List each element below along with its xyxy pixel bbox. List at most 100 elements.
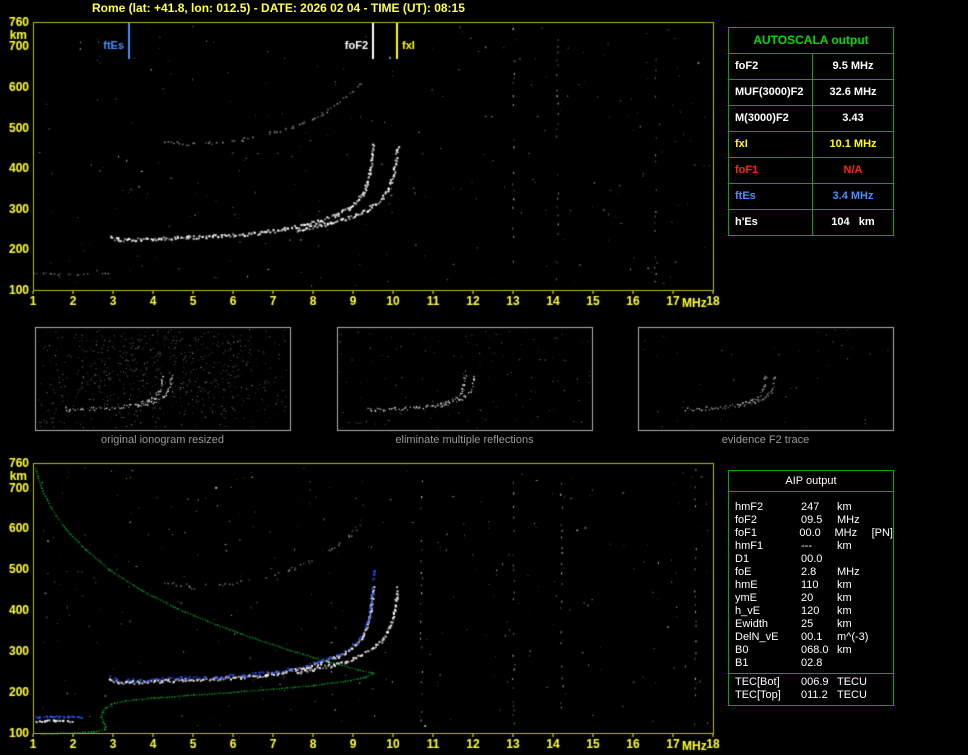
aip-row-tectop: TEC[Top]011.2TECU [729, 689, 893, 702]
aip-row-hve: h_vE120km [729, 605, 893, 618]
autoscala-row-hes: h'Es104 km [729, 210, 893, 235]
aip-label: foE [735, 566, 801, 579]
aip-unit [837, 657, 875, 670]
autoscala-table-header: AUTOSCALA output [729, 28, 893, 54]
thumb-caption-original: original ionogram resized [35, 434, 290, 446]
aip-value: 25 [801, 618, 837, 631]
aip-value: 006.9 [801, 676, 837, 689]
parameter-label: foF1 [729, 158, 813, 183]
aip-value: 247 [801, 501, 837, 514]
aip-row-b1: B102.8 [729, 657, 893, 670]
autoscala-row-m3000f2: M(3000)F23.43 [729, 106, 893, 132]
parameter-label: foF2 [729, 54, 813, 79]
parameter-label: ftEs [729, 184, 813, 209]
aip-tec-rows: TEC[Bot]006.9TECUTEC[Top]011.2TECU [729, 676, 893, 702]
aip-label: foF1 [735, 527, 799, 540]
aip-unit: km [837, 605, 875, 618]
parameter-label: h'Es [729, 210, 813, 235]
parameter-value: 3.4 MHz [813, 184, 893, 209]
aip-note [875, 566, 893, 579]
aip-unit: km [837, 618, 875, 631]
aip-row-hme: hmE110km [729, 579, 893, 592]
aip-label: D1 [735, 553, 801, 566]
aip-label: ymE [735, 592, 801, 605]
aip-row-b0: B0068.0km [729, 644, 893, 657]
parameter-value: 3.43 [813, 106, 893, 131]
aip-note [875, 540, 893, 553]
aip-value: 00.0 [799, 527, 834, 540]
aip-note [875, 579, 893, 592]
parameter-value: 32.6 MHz [813, 80, 893, 105]
aip-label: TEC[Top] [735, 689, 801, 702]
aip-note [875, 592, 893, 605]
aip-unit: km [837, 579, 875, 592]
autoscala-row-fxi: fxI10.1 MHz [729, 132, 893, 158]
autoscala-row-ftes: ftEs3.4 MHz [729, 184, 893, 210]
aip-label: TEC[Bot] [735, 676, 801, 689]
autoscala-output-table: AUTOSCALA output foF29.5 MHzMUF(3000)F23… [728, 27, 894, 236]
aip-value: 068.0 [801, 644, 837, 657]
aip-unit [837, 553, 875, 566]
aip-output-table: AIP output hmF2247kmfoF209.5MHzfoF100.0M… [728, 470, 894, 706]
parameter-label: fxI [729, 132, 813, 157]
aip-note [875, 514, 893, 527]
aip-note [875, 644, 893, 657]
aip-note [875, 631, 893, 644]
aip-note [875, 618, 893, 631]
aip-note [875, 605, 893, 618]
parameter-value: N/A [813, 158, 893, 183]
aip-label: hmF2 [735, 501, 801, 514]
aip-unit: km [837, 540, 875, 553]
aip-row-ewidth: Ewidth25km [729, 618, 893, 631]
aip-unit: km [837, 501, 875, 514]
aip-note [875, 676, 893, 689]
aip-value: --- [801, 540, 837, 553]
aip-value: 2.8 [801, 566, 837, 579]
aip-row-delnve: DelN_vE00.1m^(-3) [729, 631, 893, 644]
aip-value: 02.8 [801, 657, 837, 670]
aip-row-fof1: foF100.0MHz[PN] [729, 527, 893, 540]
aip-unit: TECU [837, 689, 875, 702]
parameter-label: MUF(3000)F2 [729, 80, 813, 105]
aip-label: hmE [735, 579, 801, 592]
thumb-caption-eliminate: eliminate multiple reflections [337, 434, 592, 446]
station-title: Rome (lat: +41.8, lon: 012.5) - DATE: 20… [92, 1, 465, 15]
autoscala-table-rows: foF29.5 MHzMUF(3000)F232.6 MHzM(3000)F23… [729, 54, 893, 235]
aip-value: 20 [801, 592, 837, 605]
aip-table-header: AIP output [729, 471, 893, 492]
autoscala-window: Rome (lat: +41.8, lon: 012.5) - DATE: 20… [0, 0, 968, 755]
aip-unit: m^(-3) [837, 631, 875, 644]
aip-value: 09.5 [801, 514, 837, 527]
aip-unit: MHz [835, 527, 872, 540]
thumb-caption-evidence: evidence F2 trace [638, 434, 893, 446]
aip-unit: TECU [837, 676, 875, 689]
aip-note [875, 553, 893, 566]
aip-value: 120 [801, 605, 837, 618]
aip-row-fof2: foF209.5MHz [729, 514, 893, 527]
aip-label: foF2 [735, 514, 801, 527]
aip-unit: km [837, 592, 875, 605]
aip-row-hmf1: hmF1---km [729, 540, 893, 553]
aip-label: DelN_vE [735, 631, 801, 644]
autoscala-row-fof1: foF1N/A [729, 158, 893, 184]
autoscala-row-fof2: foF29.5 MHz [729, 54, 893, 80]
aip-row-d1: D100.0 [729, 553, 893, 566]
aip-value: 110 [801, 579, 837, 592]
aip-note: [PN] [872, 527, 893, 540]
aip-unit: km [837, 644, 875, 657]
parameter-value: 104 km [813, 210, 893, 235]
aip-row-foe: foE2.8MHz [729, 566, 893, 579]
aip-unit: MHz [837, 514, 875, 527]
aip-label: B1 [735, 657, 801, 670]
aip-note [875, 501, 893, 514]
aip-value: 00.0 [801, 553, 837, 566]
aip-note [875, 689, 893, 702]
aip-value: 011.2 [801, 689, 837, 702]
parameter-value: 9.5 MHz [813, 54, 893, 79]
aip-label: hmF1 [735, 540, 801, 553]
aip-note [875, 657, 893, 670]
aip-tec-separator [729, 673, 893, 674]
aip-label: h_vE [735, 605, 801, 618]
aip-row-hmf2: hmF2247km [729, 501, 893, 514]
autoscala-row-muf3000f2: MUF(3000)F232.6 MHz [729, 80, 893, 106]
